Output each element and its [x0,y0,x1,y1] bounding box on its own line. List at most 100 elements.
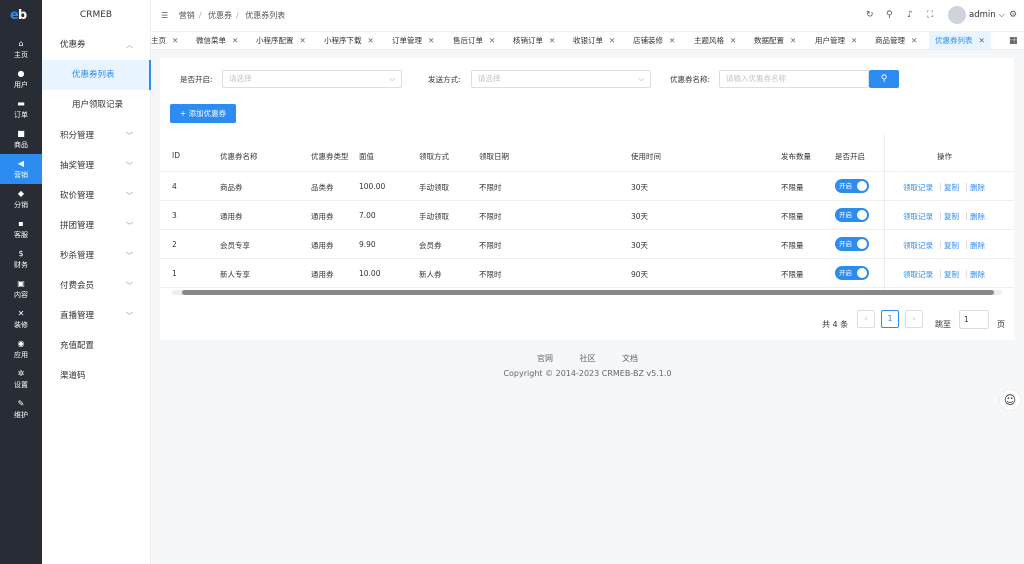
delete-link[interactable]: 删除 [970,182,985,193]
rail-item-10[interactable]: ◉ 应用 [0,334,42,364]
tab-item[interactable]: 主页 ✕ [151,32,178,49]
menu-item-4[interactable]: 秒杀管理 ﹀ [42,241,151,271]
goto-page-input[interactable]: 1 [959,310,989,329]
page-button-current[interactable]: 1 [881,310,899,328]
breadcrumb-item[interactable]: 优惠券 [208,11,232,20]
prev-page-button[interactable]: ‹ [857,310,875,328]
filter-send-select[interactable]: 请选择 ⌵ [471,70,651,88]
tab-item[interactable]: 售后订单 ✕ [453,32,495,49]
table-cell: 9.90 [359,240,376,249]
divider [966,241,967,249]
settings-icon[interactable]: ⚙ [1009,10,1017,20]
close-icon[interactable]: ✕ [549,36,555,45]
filter-open-select[interactable]: 请选择 ⌵ [222,70,402,88]
delete-link[interactable]: 删除 [970,211,985,222]
menu-item-6[interactable]: 直播管理 ﹀ [42,301,151,331]
menu-item-0[interactable]: 积分管理 ﹀ [42,121,151,151]
logo[interactable]: eb [10,8,32,24]
rail-item-2[interactable]: ▬ 订单 [0,94,42,124]
rail-item-5[interactable]: ◆ 分销 [0,184,42,214]
avatar[interactable] [948,6,966,24]
close-icon[interactable]: ✕ [730,36,736,45]
support-avatar-icon[interactable]: ☺ [999,389,1021,411]
scrollbar-thumb[interactable] [182,290,994,295]
menu-item-coupon-list[interactable]: 优惠券列表 [42,60,151,90]
tab-item[interactable]: 数据配置 ✕ [754,32,796,49]
rail-item-1[interactable]: ● 用户 [0,64,42,94]
tab-item[interactable]: 小程序下载 ✕ [324,32,374,49]
menu-item-2[interactable]: 砍价管理 ﹀ [42,181,151,211]
close-icon[interactable]: ✕ [368,36,374,45]
filter-name-input[interactable]: 请输入优惠券名称 [719,70,869,88]
copy-link[interactable]: 复制 [944,240,959,251]
rail-item-9[interactable]: ✕ 装修 [0,304,42,334]
grid-icon[interactable]: ▦ [1009,32,1018,49]
menu-item-8[interactable]: 渠道码 [42,361,151,391]
footer-link[interactable]: 官网 [537,354,553,363]
close-icon[interactable]: ✕ [851,36,857,45]
menu-toggle-icon[interactable]: ☰ [161,11,168,20]
refresh-icon[interactable]: ↻ [866,10,874,20]
status-toggle[interactable]: 开启 [835,179,869,193]
rail-item-8[interactable]: ▣ 内容 [0,274,42,304]
tab-item[interactable]: 优惠券列表 ✕ [929,32,991,49]
rail-item-3[interactable]: ■ 商品 [0,124,42,154]
tab-item[interactable]: 收银订单 ✕ [573,32,615,49]
close-icon[interactable]: ✕ [609,36,615,45]
status-toggle[interactable]: 开启 [835,208,869,222]
close-icon[interactable]: ✕ [172,36,178,45]
close-icon[interactable]: ✕ [669,36,675,45]
rail-item-0[interactable]: ⌂ 主页 [0,34,42,64]
records-link[interactable]: 领取记录 [903,211,933,222]
records-link[interactable]: 领取记录 [903,182,933,193]
status-toggle[interactable]: 开启 [835,266,869,280]
tab-item[interactable]: 商品管理 ✕ [875,32,917,49]
breadcrumb-item[interactable]: 营销 [179,11,195,20]
copy-link[interactable]: 复制 [944,211,959,222]
close-icon[interactable]: ✕ [232,36,238,45]
menu-item-5[interactable]: 付费会员 ﹀ [42,271,151,301]
tab-item[interactable]: 店铺装修 ✕ [633,32,675,49]
fullscreen-icon[interactable]: ⛶ [927,10,933,20]
add-coupon-button[interactable]: + 添加优惠券 [170,104,236,123]
menu-group-coupon[interactable]: 优惠券 ︿ [42,30,151,60]
rail-item-6[interactable]: ▪ 客服 [0,214,42,244]
menu-item-7[interactable]: 充值配置 [42,331,151,361]
close-icon[interactable]: ✕ [911,36,917,45]
tab-item[interactable]: 小程序配置 ✕ [256,32,306,49]
horizontal-scrollbar[interactable] [172,290,1002,295]
delete-link[interactable]: 删除 [970,240,985,251]
user-name[interactable]: admin ⌵ [969,10,1005,20]
search-button[interactable]: ⚲ [869,70,899,88]
tab-item[interactable]: 主题风格 ✕ [694,32,736,49]
menu-item-3[interactable]: 拼团管理 ﹀ [42,211,151,241]
filter-open-label: 是否开启: [180,75,213,84]
menu-item-1[interactable]: 抽奖管理 ﹀ [42,151,151,181]
close-icon[interactable]: ✕ [428,36,434,45]
rail-item-12[interactable]: ✎ 维护 [0,394,42,424]
records-link[interactable]: 领取记录 [903,240,933,251]
delete-link[interactable]: 删除 [970,269,985,280]
records-link[interactable]: 领取记录 [903,269,933,280]
status-toggle[interactable]: 开启 [835,237,869,251]
menu-item-user-records[interactable]: 用户领取记录 [42,90,151,120]
footer-link[interactable]: 文档 [622,354,638,363]
tab-item[interactable]: 微信菜单 ✕ [196,32,238,49]
tab-item[interactable]: 核销订单 ✕ [513,32,555,49]
close-icon[interactable]: ✕ [979,36,985,45]
copy-link[interactable]: 复制 [944,269,959,280]
rail-item-7[interactable]: $ 财务 [0,244,42,274]
close-icon[interactable]: ✕ [489,36,495,45]
close-icon[interactable]: ✕ [300,36,306,45]
rail-item-11[interactable]: ✲ 设置 [0,364,42,394]
copy-link[interactable]: 复制 [944,182,959,193]
rail-item-4[interactable]: ◀ 营销 [0,154,42,184]
tab-item[interactable]: 订单管理 ✕ [392,32,434,49]
close-icon[interactable]: ✕ [790,36,796,45]
table-cell: 通用券 [220,212,243,221]
search-icon[interactable]: ⚲ [886,10,893,20]
bell-icon[interactable]: ♪ [907,10,913,20]
next-page-button[interactable]: › [905,310,923,328]
tab-item[interactable]: 用户管理 ✕ [815,32,857,49]
footer-link[interactable]: 社区 [580,354,596,363]
